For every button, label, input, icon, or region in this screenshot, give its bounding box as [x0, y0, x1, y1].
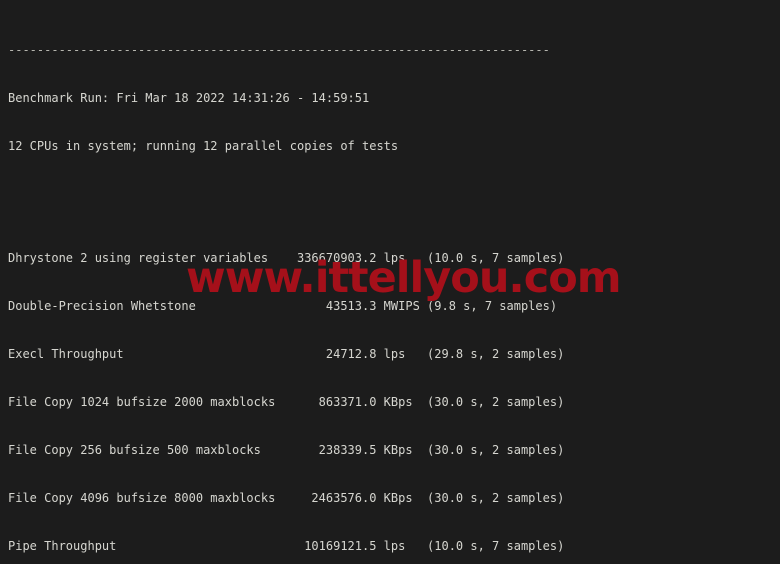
result-row: File Copy 4096 bufsize 8000 maxblocks 24…	[8, 490, 564, 506]
result-row: Dhrystone 2 using register variables 336…	[8, 250, 564, 266]
result-row: File Copy 1024 bufsize 2000 maxblocks 86…	[8, 394, 564, 410]
benchmark-run-line: Benchmark Run: Fri Mar 18 2022 14:31:26 …	[8, 90, 564, 106]
spacer	[8, 186, 564, 202]
terminal-window: ----------------------------------------…	[0, 0, 780, 564]
result-row: File Copy 256 bufsize 500 maxblocks 2383…	[8, 442, 564, 458]
terminal-output: ----------------------------------------…	[8, 0, 564, 564]
result-row: Execl Throughput 24712.8 lps (29.8 s, 2 …	[8, 346, 564, 362]
top-rule: ----------------------------------------…	[8, 42, 564, 58]
result-row: Double-Precision Whetstone 43513.3 MWIPS…	[8, 298, 564, 314]
result-row: Pipe Throughput 10169121.5 lps (10.0 s, …	[8, 538, 564, 554]
cpu-count-line: 12 CPUs in system; running 12 parallel c…	[8, 138, 564, 154]
